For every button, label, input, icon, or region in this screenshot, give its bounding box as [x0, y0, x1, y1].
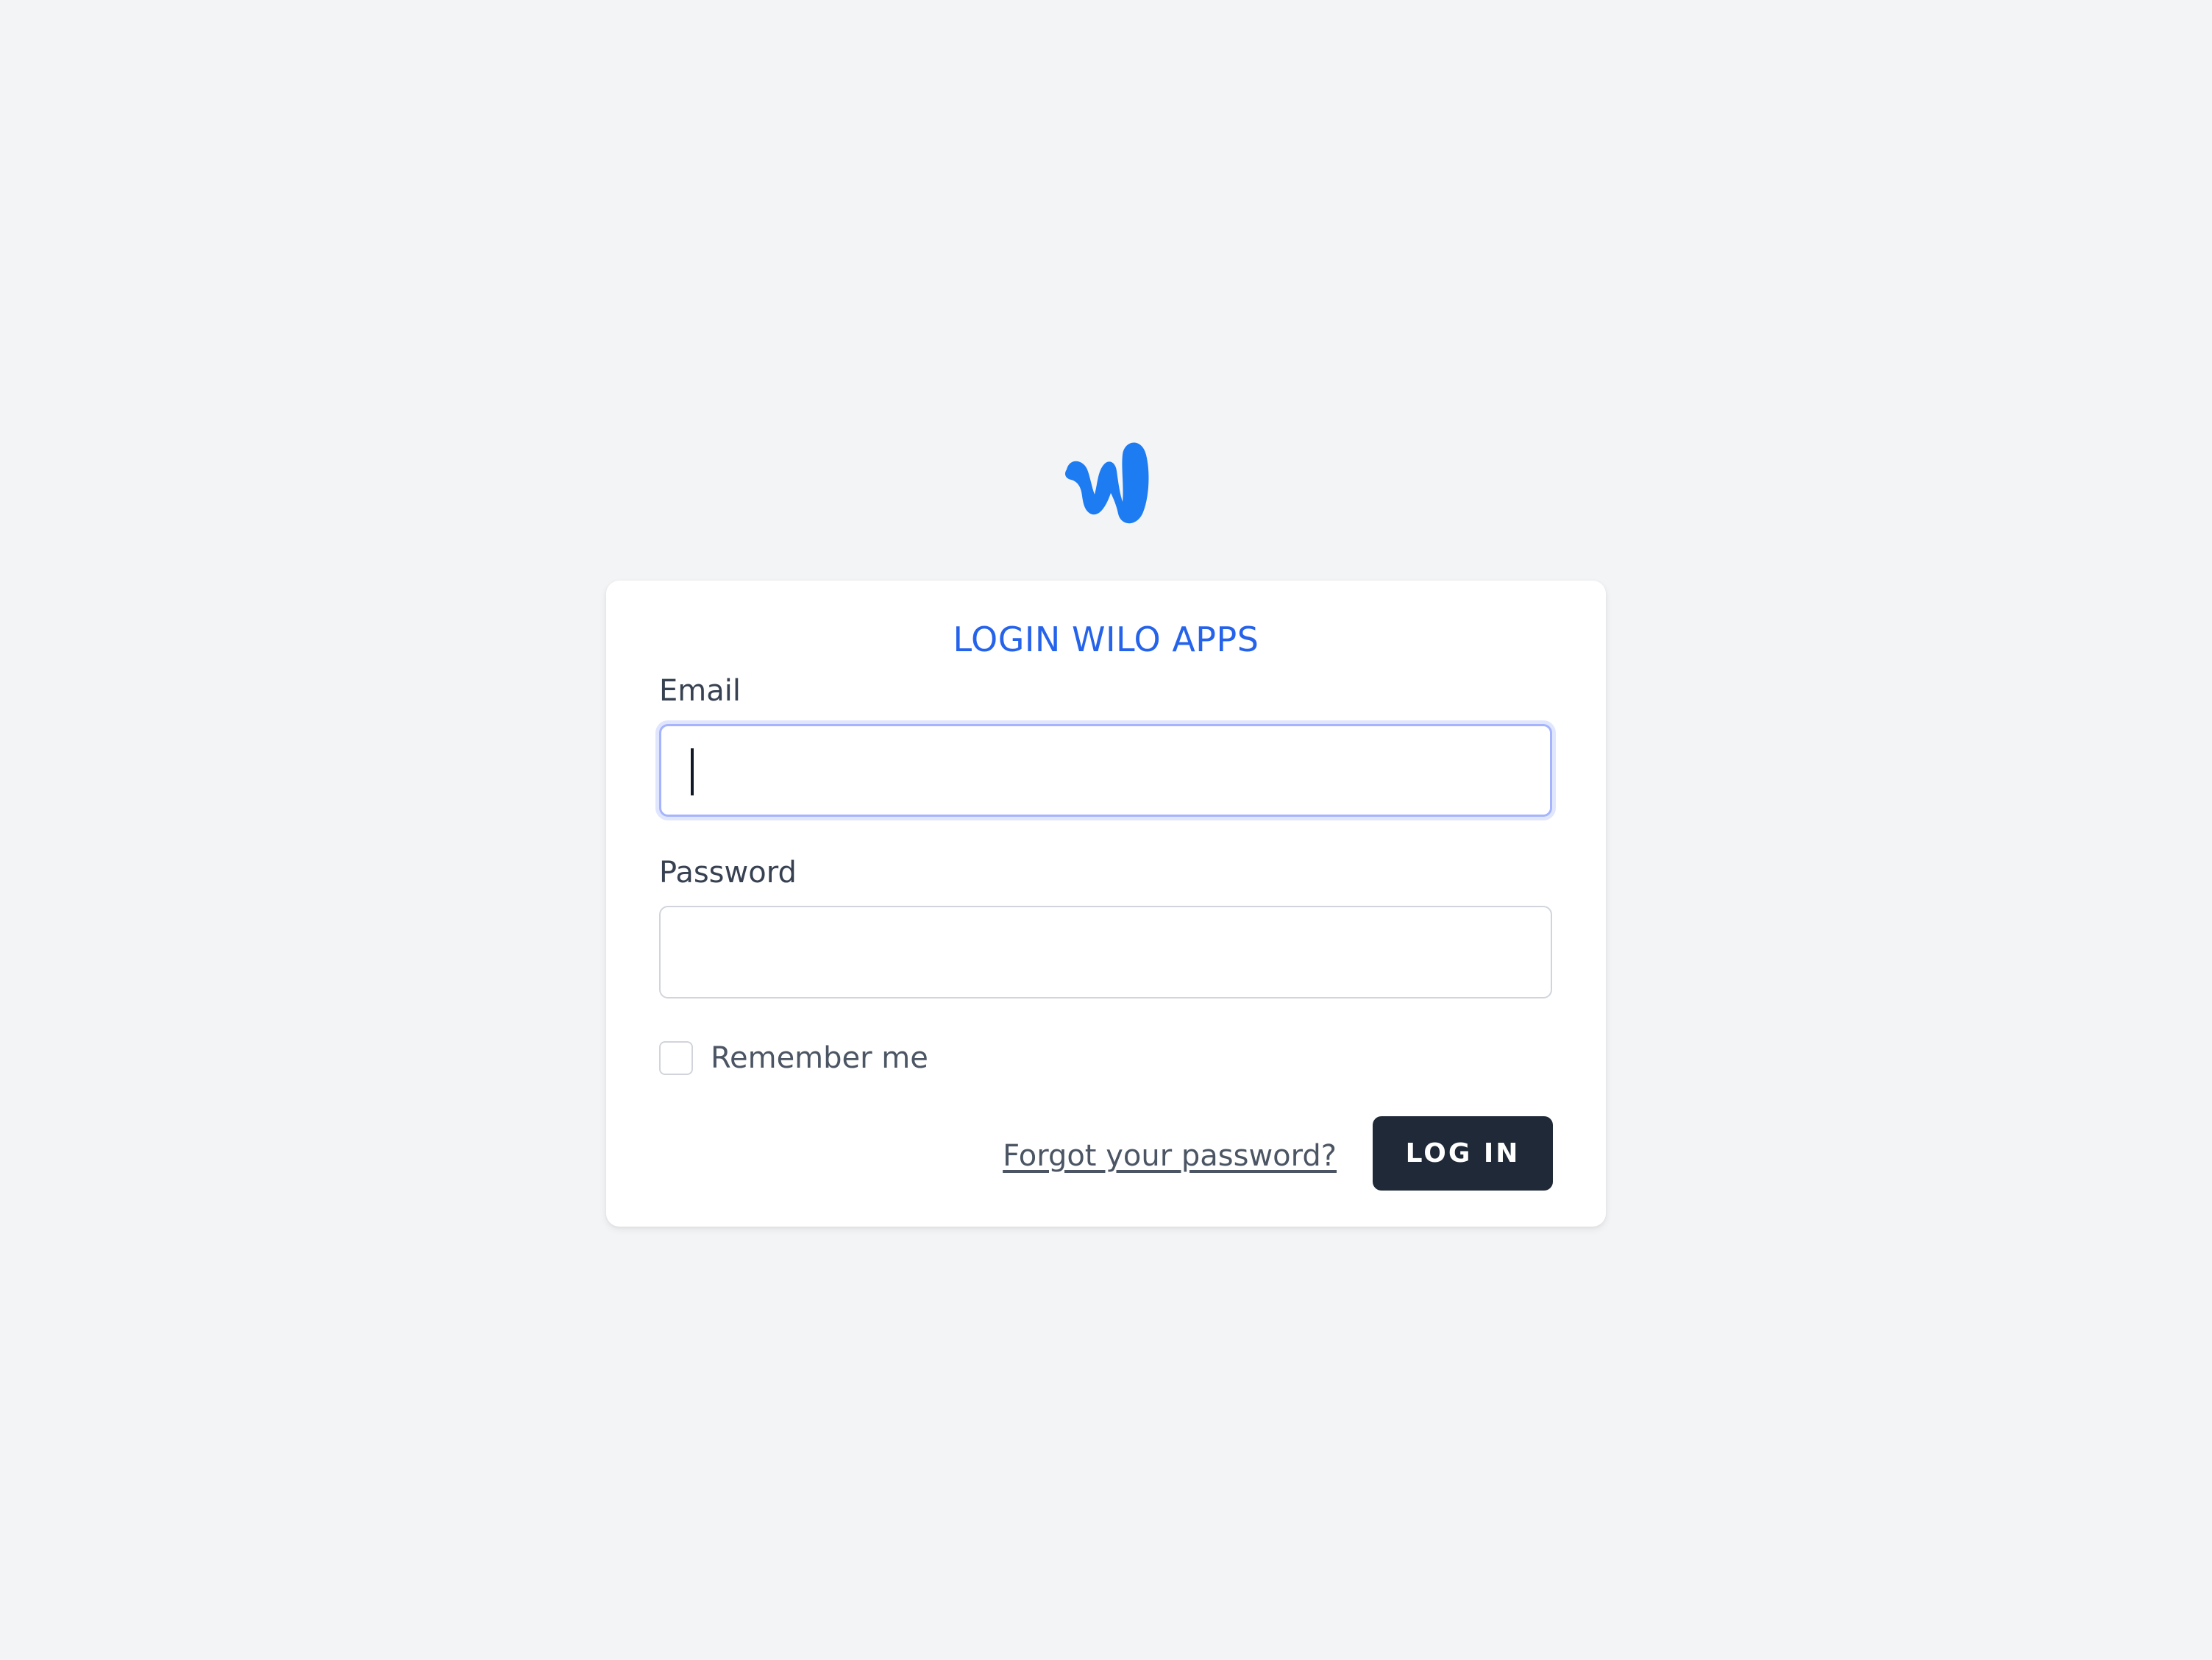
password-field[interactable]: [659, 906, 1552, 999]
remember-me-row[interactable]: Remember me: [659, 1040, 928, 1076]
email-field[interactable]: [659, 724, 1552, 817]
password-label: Password: [659, 856, 797, 890]
forgot-password-link[interactable]: Forgot your password?: [1003, 1134, 1337, 1178]
login-card: LOGIN WILO APPS Email Password Remember …: [606, 581, 1606, 1227]
wilo-logo-icon: [1061, 436, 1151, 528]
login-title: LOGIN WILO APPS: [953, 620, 1259, 659]
email-label: Email: [659, 674, 741, 708]
text-caret: [691, 748, 694, 795]
remember-me-checkbox[interactable]: [659, 1041, 693, 1075]
login-button[interactable]: LOG IN: [1373, 1116, 1553, 1191]
remember-me-label: Remember me: [711, 1041, 928, 1075]
